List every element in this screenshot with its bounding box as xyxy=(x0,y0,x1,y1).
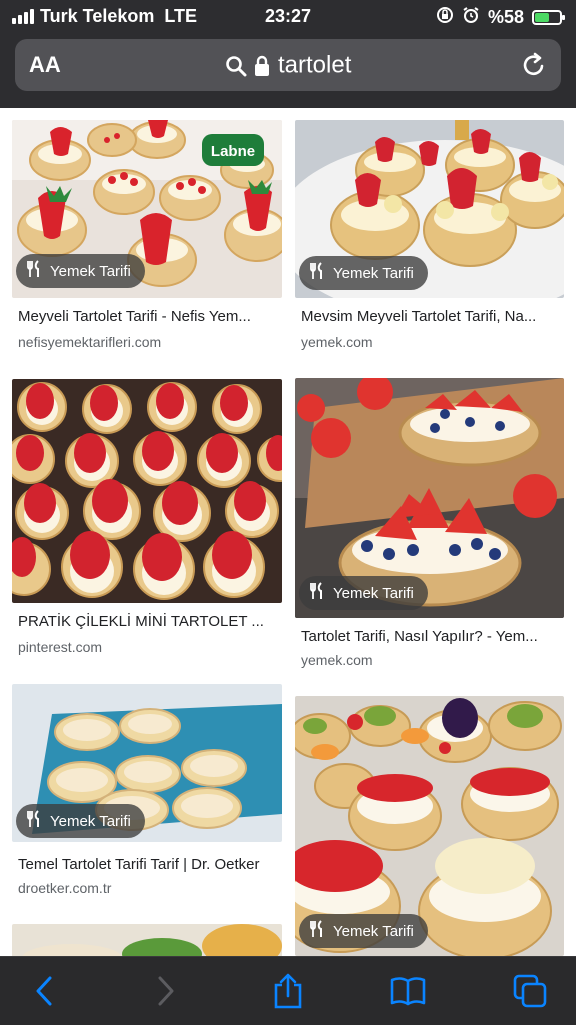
alarm-icon xyxy=(462,6,480,29)
browser-toolbar xyxy=(0,956,576,1025)
result-thumbnail[interactable]: Labne Yemek Tarifi xyxy=(12,120,282,298)
fork-knife-icon xyxy=(26,810,42,832)
recipe-badge: Yemek Tarifi xyxy=(16,804,145,838)
result-card[interactable]: Yemek Tarifi Tartolet Tarifi, Nasıl Yapı… xyxy=(295,378,564,678)
result-domain: nefisyemektarifleri.com xyxy=(18,334,162,350)
result-domain: yemek.com xyxy=(301,334,373,350)
recipe-badge: Yemek Tarifi xyxy=(299,914,428,948)
result-thumbnail[interactable]: Yemek Tarifi xyxy=(295,378,564,618)
orientation-lock-icon xyxy=(436,6,454,29)
forward-icon[interactable] xyxy=(146,971,186,1011)
battery-percent: %58 xyxy=(487,7,524,27)
result-title[interactable]: Temel Tartolet Tarifi Tarif | Dr. Oetker xyxy=(18,856,280,873)
image-results-grid[interactable]: Labne Yemek Tarifi Meyveli Tartolet Tari… xyxy=(0,108,576,956)
fork-knife-icon xyxy=(309,262,325,284)
result-thumbnail[interactable]: Yemek Tarifi xyxy=(295,696,564,956)
lock-icon xyxy=(253,52,278,79)
search-icon xyxy=(225,52,254,79)
result-domain: yemek.com xyxy=(301,652,373,668)
recipe-badge-label: Yemek Tarifi xyxy=(333,264,414,282)
result-card[interactable]: PRATİK ÇİLEKLİ MİNİ TARTOLET ... pintere… xyxy=(12,379,282,659)
labne-logo: Labne xyxy=(211,143,255,160)
fork-knife-icon xyxy=(309,920,325,942)
recipe-badge-label: Yemek Tarifi xyxy=(50,812,131,830)
result-thumbnail[interactable] xyxy=(12,924,282,956)
result-card[interactable]: Yemek Tarifi Temel Tartolet Tarifi Tarif… xyxy=(12,684,282,924)
fork-knife-icon xyxy=(26,260,42,282)
result-domain: droetker.com.tr xyxy=(18,880,112,896)
recipe-badge-label: Yemek Tarifi xyxy=(333,922,414,940)
share-icon[interactable] xyxy=(268,971,308,1011)
result-card[interactable]: Yemek Tarifi xyxy=(295,696,564,956)
browser-top-chrome: Turk Telekom LTE 23:27 %58 AA tartolet xyxy=(0,0,576,108)
recipe-badge: Yemek Tarifi xyxy=(299,256,428,290)
result-thumbnail[interactable] xyxy=(12,379,282,603)
result-title[interactable]: Tartolet Tarifi, Nasıl Yapılır? - Yem... xyxy=(301,628,562,645)
status-bar: Turk Telekom LTE 23:27 %58 xyxy=(0,0,576,34)
result-card[interactable] xyxy=(12,924,282,956)
result-thumbnail[interactable]: Yemek Tarifi xyxy=(12,684,282,842)
address-bar[interactable]: AA tartolet xyxy=(15,39,561,91)
result-thumbnail[interactable]: Yemek Tarifi xyxy=(295,120,564,298)
fork-knife-icon xyxy=(309,582,325,604)
url-text[interactable]: tartolet xyxy=(278,52,351,79)
recipe-badge-label: Yemek Tarifi xyxy=(333,584,414,602)
recipe-badge-label: Yemek Tarifi xyxy=(50,262,131,280)
battery-charging-icon xyxy=(532,10,565,25)
result-card[interactable]: Labne Yemek Tarifi Meyveli Tartolet Tari… xyxy=(12,120,282,360)
tabs-icon[interactable] xyxy=(510,971,550,1011)
result-title[interactable]: PRATİK ÇİLEKLİ MİNİ TARTOLET ... xyxy=(18,613,280,630)
bookmarks-icon[interactable] xyxy=(388,971,428,1011)
recipe-badge: Yemek Tarifi xyxy=(299,576,428,610)
back-icon[interactable] xyxy=(24,971,64,1011)
recipe-badge: Yemek Tarifi xyxy=(16,254,145,288)
result-title[interactable]: Mevsim Meyveli Tartolet Tarifi, Na... xyxy=(301,308,562,325)
reload-icon[interactable] xyxy=(521,51,547,84)
result-title[interactable]: Meyveli Tartolet Tarifi - Nefis Yem... xyxy=(18,308,280,325)
result-card[interactable]: Yemek Tarifi Mevsim Meyveli Tartolet Tar… xyxy=(295,120,564,360)
result-domain: pinterest.com xyxy=(18,639,103,655)
